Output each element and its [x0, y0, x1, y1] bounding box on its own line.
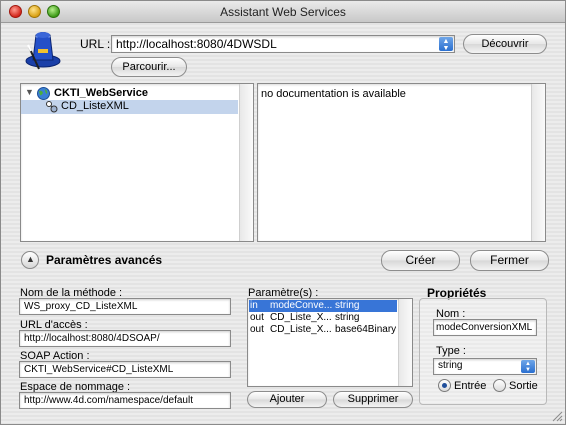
url-dropdown-arrows-icon[interactable]: ▲ ▼ [439, 37, 453, 52]
url-combobox[interactable]: http://localhost:8080/4DWSDL ▲ ▼ [111, 35, 455, 53]
output-direction-label: Sortie [509, 380, 538, 392]
parameter-row[interactable]: out CD_Liste_X... string [249, 312, 397, 324]
parameter-row[interactable]: out CD_Liste_X... base64Binary [249, 324, 397, 336]
output-direction-radio[interactable] [493, 379, 506, 392]
service-tree-panel: ▼ CKTI_WebService CD_ListeXML [20, 83, 254, 242]
method-icon [45, 100, 58, 116]
input-direction-radio[interactable] [438, 379, 451, 392]
wizard-hat-icon [23, 27, 61, 71]
resize-grip-icon[interactable] [551, 410, 563, 422]
parameter-direction: out [250, 312, 264, 323]
property-type-label: Type : [436, 345, 466, 357]
title-bar: Assistant Web Services [1, 1, 565, 23]
parameter-type: base64Binary [335, 324, 397, 335]
documentation-scrollbar[interactable] [531, 84, 545, 241]
add-parameter-button[interactable]: Ajouter [247, 391, 327, 408]
disclosure-triangle-down-icon[interactable]: ▼ [25, 87, 34, 97]
remove-parameter-button[interactable]: Supprimer [333, 391, 413, 408]
create-button[interactable]: Créer [381, 250, 460, 271]
documentation-text: no documentation is available [261, 88, 406, 100]
parameter-row[interactable]: in modeConve... string [249, 300, 397, 312]
tree-scrollbar[interactable] [239, 84, 253, 241]
url-label: URL : [80, 37, 111, 51]
browse-button[interactable]: Parcourir... [111, 57, 187, 77]
parameter-direction: in [250, 300, 258, 311]
input-direction-label: Entrée [454, 380, 487, 392]
discover-button[interactable]: Découvrir [463, 34, 547, 54]
parameters-list[interactable]: in modeConve... string out CD_Liste_X...… [247, 298, 413, 387]
advanced-label: Paramètres avancés [46, 253, 163, 267]
parameter-type: string [335, 312, 360, 323]
parameters-scrollbar[interactable] [398, 299, 412, 386]
url-value: http://localhost:8080/4DWSDL [116, 37, 277, 51]
parameter-name: CD_Liste_X... [270, 324, 332, 335]
triangle-up-icon: ▲ [26, 254, 35, 264]
tree-child-row[interactable]: CD_ListeXML [21, 100, 238, 114]
type-dropdown-arrows-icon[interactable]: ▲ ▼ [521, 360, 535, 373]
property-name-input[interactable] [433, 319, 537, 336]
parameter-direction: out [250, 324, 264, 335]
parameter-name: CD_Liste_X... [270, 312, 332, 323]
property-type-select[interactable]: string ▲ ▼ [433, 358, 537, 375]
documentation-panel: no documentation is available [257, 83, 546, 242]
tree-root-row[interactable]: ▼ CKTI_WebService [21, 87, 238, 101]
parameter-type: string [335, 300, 360, 311]
tree-root-label: CKTI_WebService [54, 87, 148, 99]
tree-child-label: CD_ListeXML [61, 100, 129, 112]
advanced-toggle-button[interactable]: ▲ [21, 251, 39, 269]
assistant-window: Assistant Web Services URL : http://loca… [0, 0, 566, 425]
parameter-name: modeConve... [270, 300, 333, 311]
namespace-input[interactable] [19, 392, 231, 409]
soap-action-input[interactable] [19, 361, 231, 378]
method-name-input[interactable] [19, 298, 231, 315]
access-url-input[interactable] [19, 330, 231, 347]
property-type-value: string [438, 360, 463, 371]
window-title: Assistant Web Services [220, 5, 346, 19]
close-button[interactable]: Fermer [470, 250, 549, 271]
